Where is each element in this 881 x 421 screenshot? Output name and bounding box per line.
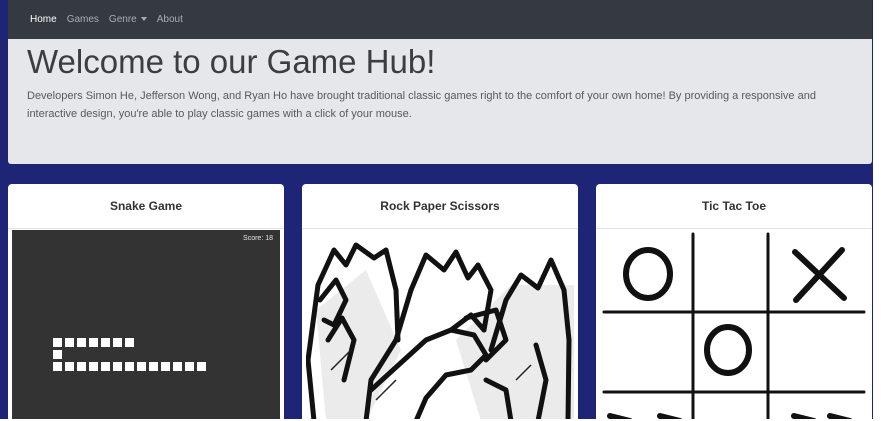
snake-segment xyxy=(136,361,147,372)
snake-segment xyxy=(196,361,207,372)
nav-genre-label: Genre xyxy=(108,14,137,25)
snake-segment xyxy=(76,337,87,348)
rock-paper-scissors-hands-image xyxy=(306,230,574,421)
snake-segment xyxy=(88,337,99,348)
nav-home-link[interactable]: Home xyxy=(30,14,57,25)
snake-segment xyxy=(124,361,135,372)
nav-genre-dropdown[interactable]: Genre xyxy=(109,14,147,25)
page-title: Welcome to our Game Hub! xyxy=(27,43,436,80)
snake-segment xyxy=(100,337,111,348)
chevron-down-icon xyxy=(140,17,147,22)
nav-about-link[interactable]: About xyxy=(157,14,183,25)
snake-segment xyxy=(76,361,87,372)
intro-text: Developers Simon He, Jefferson Wong, and… xyxy=(27,90,816,120)
snake-segment xyxy=(112,361,123,372)
snake-segment xyxy=(52,361,63,372)
rock-paper-scissors-preview[interactable] xyxy=(306,230,574,421)
snake-segment xyxy=(100,361,111,372)
snake-board: Score: 18 xyxy=(12,230,280,421)
snake-game-preview[interactable]: Score: 18 xyxy=(12,230,280,421)
tic-tac-toe-card[interactable]: Tic Tac Toe xyxy=(596,184,872,421)
snake-game-title: Snake Game xyxy=(8,184,284,229)
rock-paper-scissors-title: Rock Paper Scissors xyxy=(302,184,578,229)
top-navbar: Home Games Genre About xyxy=(8,0,872,39)
tic-tac-toe-preview[interactable] xyxy=(600,230,868,421)
snake-segment xyxy=(184,361,195,372)
snake-segment xyxy=(124,337,135,348)
snake-segment xyxy=(64,361,75,372)
snake-segment xyxy=(52,349,63,360)
snake-segment xyxy=(88,361,99,372)
snake-segment xyxy=(64,337,75,348)
snake-game-card[interactable]: Snake Game Score: 18 xyxy=(8,184,284,421)
nav-games-link[interactable]: Games xyxy=(67,14,99,25)
tic-tac-toe-title: Tic Tac Toe xyxy=(596,184,872,229)
welcome-jumbotron: Welcome to our Game Hub! Developers Simo… xyxy=(8,39,872,164)
snake-segment xyxy=(172,361,183,372)
snake-segment xyxy=(148,361,159,372)
snake-segment xyxy=(112,337,123,348)
snake-score: Score: 18 xyxy=(243,235,273,242)
snake-segment xyxy=(160,361,171,372)
tic-tac-toe-board xyxy=(600,230,868,421)
rock-paper-scissors-card[interactable]: Rock Paper Scissors xyxy=(302,184,578,421)
snake-segment xyxy=(52,337,63,348)
